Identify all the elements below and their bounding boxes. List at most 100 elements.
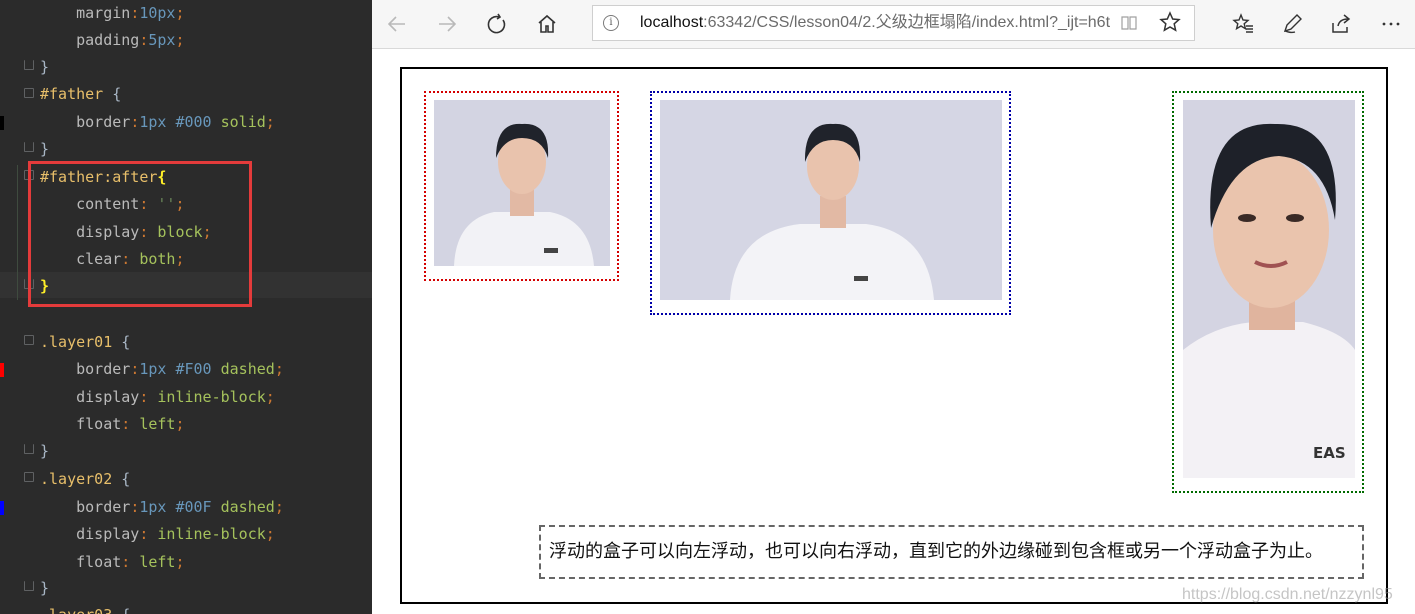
code-token: }: [40, 58, 50, 76]
fold-marker-icon[interactable]: [24, 472, 34, 482]
code-token: border: [40, 360, 131, 378]
code-token: left: [139, 415, 176, 433]
code-token: display: [40, 525, 140, 543]
code-token: ;: [175, 415, 185, 433]
arrow-left-icon: [387, 16, 405, 32]
code-line[interactable]: display: inline-block;: [40, 521, 275, 548]
notes-button[interactable]: [1275, 8, 1309, 40]
code-token: :: [139, 525, 158, 543]
code-token: border: [40, 498, 131, 516]
add-favorite-star-icon[interactable]: [1158, 11, 1182, 35]
more-button[interactable]: [1374, 8, 1408, 40]
pen-icon: [1283, 14, 1302, 34]
code-token: inline-block: [157, 388, 266, 406]
favorites-hub-button[interactable]: [1226, 8, 1260, 40]
code-line[interactable]: border:1px #000 solid;: [40, 109, 275, 136]
back-button[interactable]: [380, 8, 414, 40]
code-line[interactable]: }: [40, 575, 49, 602]
code-token: ;: [175, 553, 185, 571]
code-line[interactable]: border:1px #00F dashed;: [40, 494, 284, 521]
code-line[interactable]: }: [40, 54, 49, 81]
code-line[interactable]: float: left;: [40, 549, 185, 576]
code-line[interactable]: }: [40, 438, 49, 465]
fold-marker-icon[interactable]: [24, 60, 34, 70]
code-token: padding: [40, 31, 140, 49]
code-line[interactable]: .layer01 {: [40, 329, 130, 356]
code-token: ;: [175, 31, 185, 49]
arrow-right-icon: [439, 16, 457, 32]
color-swatch-red: [0, 363, 4, 377]
code-token: solid: [211, 113, 266, 131]
code-token: inline-block: [157, 525, 266, 543]
code-line[interactable]: border:1px #F00 dashed;: [40, 356, 284, 383]
code-token: 1px #000: [139, 113, 212, 131]
code-line[interactable]: .layer02 {: [40, 466, 130, 493]
url-text[interactable]: localhost:63342/CSS/lesson04/2.父级边框塌陷/in…: [640, 6, 1110, 40]
code-line[interactable]: margin:10px;: [40, 0, 185, 27]
fold-marker-icon[interactable]: [24, 88, 34, 98]
code-line[interactable]: padding:5px;: [40, 27, 185, 54]
code-token: :: [121, 415, 140, 433]
code-token: .layer03: [40, 606, 112, 614]
portrait-image-2: [660, 100, 1002, 300]
more-icon: [1382, 22, 1400, 26]
code-token: border: [40, 113, 131, 131]
code-token: left: [139, 553, 176, 571]
code-token: :: [139, 388, 158, 406]
code-token: 5px: [148, 31, 176, 49]
svg-text:EAS: EAS: [1313, 444, 1346, 462]
code-token: 1px #F00: [139, 360, 212, 378]
color-swatch-blue: [0, 501, 4, 515]
refresh-button[interactable]: [480, 8, 514, 40]
float-description-text: 浮动的盒子可以向左浮动，也可以向右浮动，直到它的外边缘碰到包含框或另一个浮动盒子…: [539, 525, 1364, 579]
code-line[interactable]: .layer03 {: [40, 602, 130, 614]
portrait-image-1: [434, 100, 610, 266]
code-line[interactable]: }: [40, 136, 49, 163]
code-token: ;: [274, 498, 284, 516]
code-token: :: [121, 553, 140, 571]
home-icon: [538, 14, 556, 33]
code-token: .layer01: [40, 333, 113, 351]
watermark-text: https://blog.csdn.net/nzzynl95: [1182, 586, 1393, 603]
code-token: 1px #00F: [139, 498, 212, 516]
code-token: float: [40, 553, 122, 571]
code-line[interactable]: display: inline-block;: [40, 384, 275, 411]
fold-marker-icon[interactable]: [24, 335, 34, 345]
code-token: ;: [175, 4, 185, 22]
code-line[interactable]: float: left;: [40, 411, 185, 438]
url-host: localhost: [640, 14, 704, 31]
fold-marker-icon[interactable]: [24, 142, 34, 152]
browser-toolbar: i localhost:63342/CSS/lesson04/2.父级边框塌陷/…: [372, 0, 1415, 49]
code-token: dashed: [211, 498, 275, 516]
share-button[interactable]: [1324, 8, 1358, 40]
code-token: ;: [274, 360, 284, 378]
info-icon[interactable]: i: [603, 15, 619, 31]
code-token: {: [103, 85, 122, 103]
url-path: :63342/CSS/lesson04/2.父级边框塌陷/index.html?…: [703, 14, 1110, 31]
code-token: :: [130, 498, 140, 516]
code-token: display: [40, 388, 140, 406]
code-token: :: [130, 360, 140, 378]
reading-view-icon[interactable]: [1120, 14, 1138, 32]
code-token: {: [112, 470, 131, 488]
code-token: {: [112, 333, 131, 351]
code-token: {: [112, 606, 130, 614]
fold-marker-icon[interactable]: [24, 581, 34, 591]
home-button[interactable]: [530, 8, 564, 40]
forward-button[interactable]: [430, 8, 464, 40]
share-icon: [1332, 14, 1351, 33]
address-bar[interactable]: i localhost:63342/CSS/lesson04/2.父级边框塌陷/…: [592, 5, 1195, 41]
code-token: .layer02: [40, 470, 113, 488]
code-token: ;: [265, 388, 275, 406]
portrait-image-3: EAS: [1183, 100, 1355, 478]
code-token: :: [130, 4, 140, 22]
code-token: margin: [40, 4, 131, 22]
code-editor[interactable]: margin:10px; padding:5px;} #father { bord…: [0, 0, 372, 614]
code-line[interactable]: #father {: [40, 81, 121, 108]
code-token: ;: [265, 113, 275, 131]
code-token: :: [130, 113, 140, 131]
refresh-icon: [487, 13, 506, 34]
favorites-hub-icon: [1232, 13, 1253, 33]
fold-marker-icon[interactable]: [24, 444, 34, 454]
code-token: dashed: [211, 360, 275, 378]
